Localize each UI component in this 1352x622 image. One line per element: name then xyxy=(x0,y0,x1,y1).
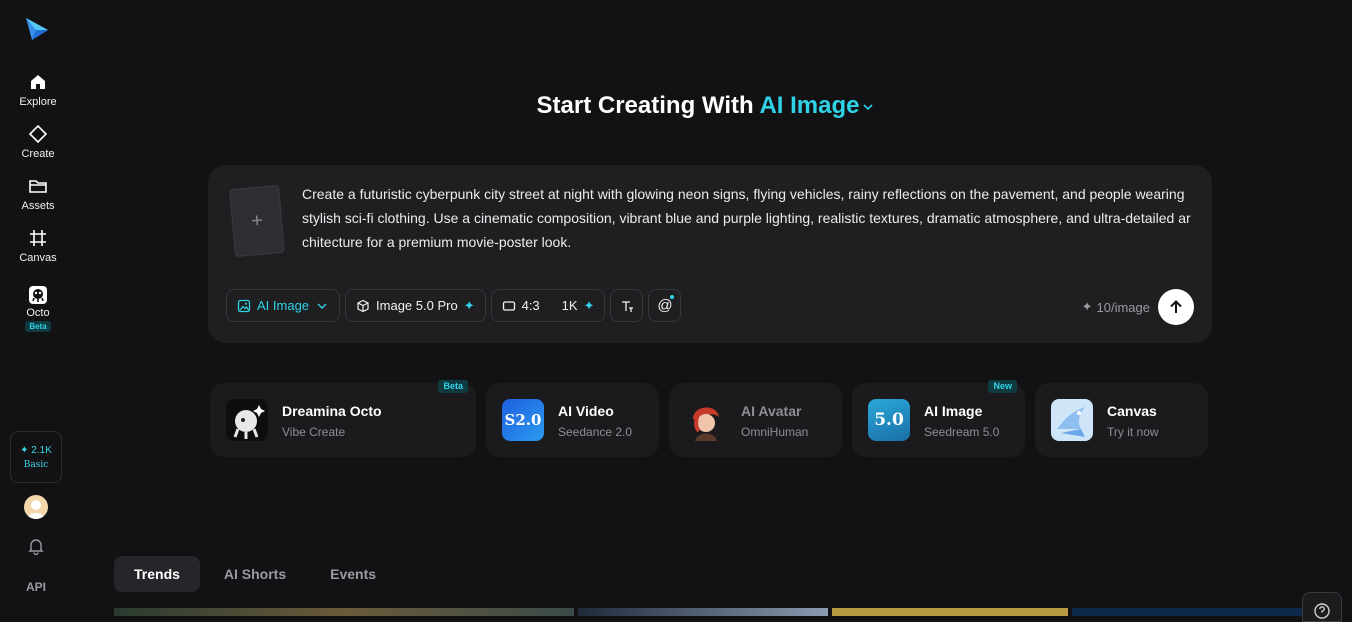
nav-assets[interactable]: Assets xyxy=(0,176,76,212)
seedream-icon: 5.0 xyxy=(868,399,910,441)
gallery-thumb[interactable] xyxy=(114,608,574,616)
feature-badge: Beta xyxy=(438,380,468,393)
mode-dropdown-label: AI Image xyxy=(257,298,310,313)
feature-badge: New xyxy=(988,380,1017,393)
credits-plan: Basic xyxy=(23,459,49,470)
avatar-face-icon xyxy=(27,500,45,519)
sparkle-icon: ✦ xyxy=(463,297,475,313)
tab-trends[interactable]: Trends xyxy=(114,556,200,592)
prompt-toolbar: AI Image Image 5.0 Pro ✦ 4:3 1K ✦ @ xyxy=(226,289,682,324)
chevron-down-icon xyxy=(317,303,327,309)
octo-icon xyxy=(29,286,47,304)
nav-canvas[interactable]: Canvas xyxy=(0,228,76,264)
sparkle-icon: ✦ xyxy=(583,297,595,313)
feature-card-ai-image[interactable]: 5.0 AI Image Seedream 5.0 New xyxy=(852,380,1025,457)
feature-card-ai-avatar[interactable]: AI Avatar OmniHuman xyxy=(669,383,842,457)
at-sign-icon: @ xyxy=(657,297,673,314)
mode-dropdown[interactable]: AI Image xyxy=(226,289,341,322)
cube-icon xyxy=(357,299,369,312)
title-prefix: Start Creating With xyxy=(536,92,754,119)
feature-title: Dreamina Octo xyxy=(282,403,382,419)
chevron-down-icon xyxy=(863,104,874,110)
folder-icon xyxy=(29,180,47,193)
feature-title: AI Avatar xyxy=(741,403,802,419)
prompt-panel: + Create a futuristic cyberpunk city str… xyxy=(208,165,1212,343)
gallery-thumb[interactable] xyxy=(832,608,1068,616)
feature-subtitle: Vibe Create xyxy=(282,425,346,439)
cost-label: 10/image xyxy=(1096,299,1150,315)
create-diamond-icon xyxy=(28,124,48,144)
content-tabs: Trends AI Shorts Events xyxy=(114,556,396,592)
avatar-character-icon xyxy=(685,399,727,441)
seedream-icon-text: 5.0 xyxy=(874,410,904,430)
seedance-icon: S2.0 xyxy=(502,399,544,441)
prompt-input[interactable]: Create a futuristic cyberpunk city stree… xyxy=(302,182,1194,254)
tab-ai-shorts[interactable]: AI Shorts xyxy=(204,556,306,592)
model-dropdown[interactable]: Image 5.0 Pro ✦ xyxy=(345,289,486,322)
mode-selector-label: AI Image xyxy=(759,92,860,119)
arrow-up-icon xyxy=(1170,300,1182,313)
aspect-ratio-icon xyxy=(502,300,515,311)
feature-title: AI Image xyxy=(924,403,983,419)
canvas-crop-icon xyxy=(30,230,46,246)
plus-icon: + xyxy=(250,209,264,232)
mention-button[interactable]: @ xyxy=(648,289,682,322)
tab-events[interactable]: Events xyxy=(310,556,396,592)
text-style-button[interactable] xyxy=(610,289,644,322)
octo-mascot-icon xyxy=(226,399,268,441)
image-icon xyxy=(237,299,251,312)
feature-title: Canvas xyxy=(1107,403,1157,419)
mode-selector[interactable]: AI Image xyxy=(759,92,875,119)
bell-icon[interactable] xyxy=(27,537,45,555)
gallery-thumb[interactable] xyxy=(578,608,828,616)
gallery-thumb[interactable] xyxy=(1072,608,1302,616)
feature-card-canvas[interactable]: Canvas Try it now xyxy=(1035,383,1208,457)
text-format-icon xyxy=(621,300,633,312)
nav-canvas-label: Canvas xyxy=(19,252,57,264)
notification-dot xyxy=(670,295,675,299)
canvas-bird-icon xyxy=(1051,399,1093,441)
model-dropdown-label: Image 5.0 Pro xyxy=(376,298,458,313)
gallery-preview-strip xyxy=(114,608,1314,616)
sparkle-icon: ✦ xyxy=(1081,299,1093,314)
api-link[interactable]: API xyxy=(0,580,72,594)
credits-box[interactable]: ✦ 2.1K Basic xyxy=(10,431,62,483)
dreamina-logo-icon[interactable] xyxy=(24,16,50,44)
user-avatar[interactable] xyxy=(24,495,48,519)
credits-value: ✦ 2.1K xyxy=(20,444,52,456)
generate-button[interactable] xyxy=(1158,289,1194,325)
feature-card-ai-video[interactable]: S2.0 AI Video Seedance 2.0 xyxy=(486,383,659,457)
feature-subtitle: Seedream 5.0 xyxy=(924,425,1000,439)
feature-subtitle: Try it now xyxy=(1107,425,1159,439)
reference-image-upload[interactable]: + xyxy=(229,184,285,258)
nav-octo[interactable]: Octo Beta xyxy=(0,285,76,332)
home-icon xyxy=(31,75,45,89)
nav-create[interactable]: Create xyxy=(0,124,76,160)
help-button[interactable] xyxy=(1302,592,1342,622)
octo-beta-badge: Beta xyxy=(25,321,51,332)
feature-title: AI Video xyxy=(558,403,614,419)
feature-subtitle: Seedance 2.0 xyxy=(558,425,633,439)
ratio-resolution-dropdown[interactable]: 4:3 1K ✦ xyxy=(490,289,606,322)
generation-cost: ✦ 10/image xyxy=(1082,299,1150,315)
question-mark-icon xyxy=(1314,603,1330,619)
feature-card-dreamina-octo[interactable]: Dreamina Octo Vibe Create Beta xyxy=(210,380,476,457)
nav-octo-label: Octo xyxy=(26,307,50,319)
ratio-label: 4:3 xyxy=(521,298,540,313)
feature-subtitle: OmniHuman xyxy=(741,425,809,439)
nav-assets-label: Assets xyxy=(21,200,55,212)
nav-create-label: Create xyxy=(21,148,55,160)
seedance-icon-text: S2.0 xyxy=(504,411,542,429)
page-title: Start Creating With AI Image xyxy=(0,92,1352,120)
resolution-label: 1K xyxy=(561,298,578,313)
